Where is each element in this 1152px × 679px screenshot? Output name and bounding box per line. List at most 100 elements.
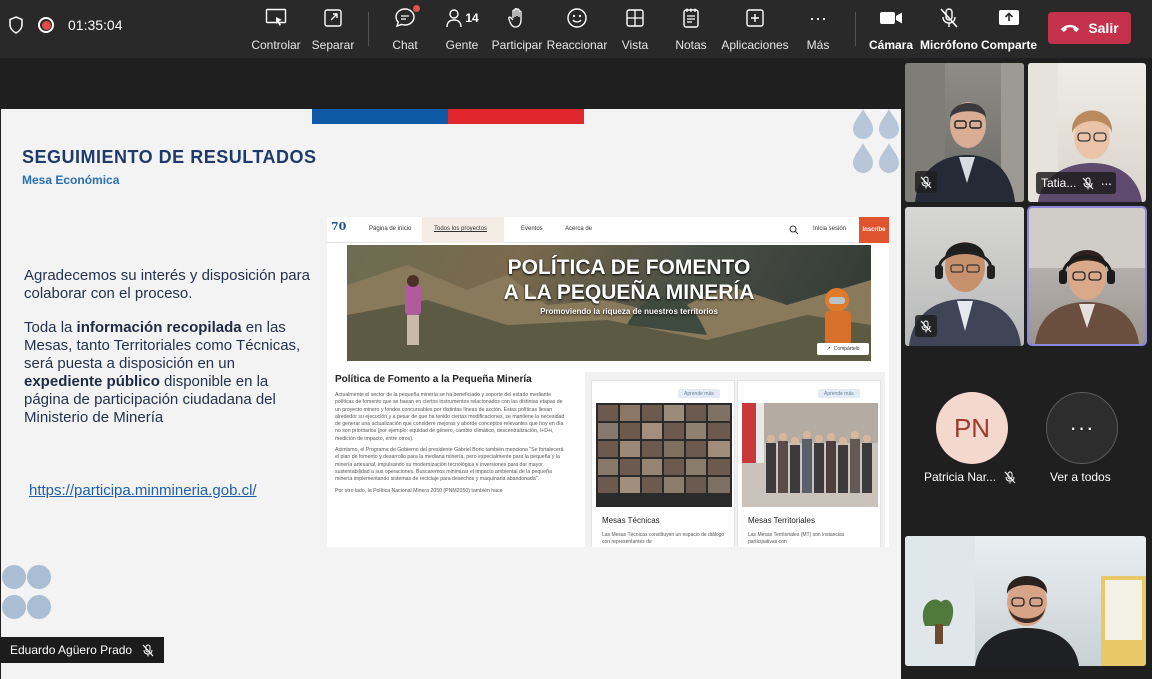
participant-video-tile[interactable]	[905, 63, 1024, 202]
camera-label: Cámara	[868, 38, 914, 52]
grid-view-icon	[626, 9, 644, 27]
participant-name: Tatia...	[1041, 176, 1077, 190]
presenter-name: Eduardo Agüero Prado	[10, 643, 133, 657]
meeting-toolbar: 01:35:04 Controlar Separar Chat 14 Gente…	[0, 0, 1152, 58]
camera-button[interactable]: Cámara	[868, 6, 914, 52]
site-heading: Política de Fomento a la Pequeña Minería	[335, 374, 532, 385]
chat-notification-dot	[413, 5, 420, 12]
mic-off-icon	[920, 176, 932, 188]
add-app-icon	[746, 9, 764, 27]
flag-stripe-blue	[312, 109, 448, 124]
notes-label: Notas	[675, 38, 707, 52]
leave-button[interactable]: Salir	[1048, 12, 1131, 44]
view-all-label[interactable]: Ver a todos	[1050, 470, 1111, 484]
card-text: Las Mesas Técnicas constituyen un espaci…	[602, 532, 725, 545]
chat-button[interactable]: Chat	[390, 5, 420, 52]
people-icon	[446, 9, 463, 28]
participant-video	[1029, 208, 1145, 344]
microphone-button[interactable]: Micrófono	[920, 6, 978, 52]
hero-share-label: Compártelo	[833, 346, 860, 352]
notes-button[interactable]: Notas	[675, 6, 707, 52]
card-mesas-tecnicas[interactable]: Aprende más Mesas Técnicas Las Mesas Téc…	[591, 380, 735, 547]
view-button[interactable]: Vista	[620, 6, 650, 52]
share-button[interactable]: Comparte	[981, 6, 1037, 52]
site-nav-projects[interactable]: Todos los proyectos	[434, 226, 487, 232]
hero-share-button[interactable]: ↗ Compártelo	[817, 343, 869, 355]
card-title: Mesas Territoriales	[748, 516, 815, 525]
meeting-timer: 01:35:04	[68, 17, 123, 33]
people-label: Gente	[445, 38, 479, 52]
tile-name-tag: Tatia... ···	[1036, 172, 1117, 194]
slide-paragraph-1: Agradecemos su interés y disposición par…	[24, 267, 310, 302]
site-navbar: 70 Página de inicio Todos los proyectos …	[327, 217, 889, 243]
active-speaker-video-tile[interactable]	[1027, 206, 1147, 346]
tile-more-icon[interactable]: ···	[1100, 175, 1112, 191]
site-nav-about[interactable]: Acerca de	[565, 226, 592, 232]
site-nav-home[interactable]: Página de inicio	[369, 226, 411, 232]
site-signup-button[interactable]: Inscríbe	[859, 217, 889, 243]
react-button[interactable]: Reaccionar	[547, 6, 607, 52]
recording-icon	[38, 17, 54, 33]
participant-name-tag: Patricia Nar...	[924, 470, 1016, 484]
leave-label: Salir	[1088, 20, 1119, 36]
card-text: Las Mesas Territoriales (MT) son instanc…	[748, 532, 845, 545]
site-login-link[interactable]: Inicia sesión	[813, 226, 846, 232]
view-label: Vista	[621, 38, 649, 52]
participant-name: Patricia Nar...	[924, 470, 997, 484]
p2-bold-expediente: expediente público	[24, 373, 160, 390]
control-button[interactable]: Controlar	[251, 6, 301, 52]
camera-icon	[880, 12, 902, 24]
card-mesas-territoriales[interactable]: Aprende más Mesas Territoriales Las Mesa…	[737, 380, 881, 547]
site-nav-events[interactable]: Eventos	[521, 226, 543, 232]
more-icon: ···	[1069, 415, 1095, 440]
site-paragraph-3: Por otro lado, la Política Nacional Mine…	[335, 487, 503, 494]
participa-link[interactable]: https://participa.minmineria.gob.cl/	[29, 482, 257, 499]
presentation-slide: SEGUIMIENTO DE RESULTADOS Mesa Económica…	[1, 109, 901, 679]
more-icon: ···	[809, 7, 827, 28]
toolbar-divider	[368, 12, 369, 46]
view-all-button[interactable]: ···	[1046, 392, 1118, 464]
hero-title-line-1: POLÍTICA DE FOMENTO	[507, 256, 751, 279]
apps-label: Aplicaciones	[721, 38, 789, 52]
popout-button[interactable]: Separar	[312, 6, 354, 52]
card-pill[interactable]: Aprende más	[678, 389, 720, 398]
slide-paragraph-2: Toda la información recopilada en las Me…	[24, 319, 314, 427]
participant-video	[905, 536, 1146, 666]
apps-button[interactable]: Aplicaciones	[721, 6, 789, 52]
popout-icon	[324, 9, 342, 27]
shield-icon	[9, 16, 23, 34]
meeting-status: 01:35:04	[8, 16, 123, 34]
slide-title: SEGUIMIENTO DE RESULTADOS	[22, 147, 317, 167]
flag-stripe-red	[448, 109, 584, 124]
share-screen-icon	[999, 10, 1019, 25]
site-paragraph: Actualmente el sector de la pequeña mine…	[335, 392, 565, 495]
more-button[interactable]: ··· Más	[804, 6, 832, 53]
more-label: Más	[806, 38, 830, 52]
mic-off-icon	[940, 8, 958, 28]
site-logo[interactable]: 70	[331, 220, 346, 233]
presenter-name-tag: Eduardo Agüero Prado	[0, 637, 165, 663]
smiley-icon	[567, 8, 587, 28]
react-label: Reaccionar	[546, 38, 608, 52]
participant-avatar[interactable]: PN	[936, 392, 1008, 464]
mic-off-icon	[1004, 471, 1016, 483]
mic-off-icon	[1082, 177, 1094, 189]
card-photo-video-grid	[596, 403, 732, 507]
chat-label: Chat	[392, 38, 418, 52]
raise-hand-label: Participar	[491, 38, 543, 52]
card-pill[interactable]: Aprende más	[818, 389, 860, 398]
hero-subtitle: Promoviendo la riqueza de nuestros terri…	[540, 307, 718, 316]
raise-hand-button[interactable]: Participar	[491, 6, 543, 52]
site-search-icon[interactable]	[789, 225, 799, 235]
popout-label: Separar	[311, 38, 355, 52]
site-paragraph-2: Asimismo, el Programa de Gobierno del pr…	[335, 447, 564, 483]
people-button[interactable]: 14 Gente	[443, 6, 481, 52]
shared-screen-stage: SEGUIMIENTO DE RESULTADOS Mesa Económica…	[0, 58, 902, 679]
water-drops-decoration	[853, 109, 899, 173]
participant-video-tile[interactable]: Tatia... ···	[1028, 63, 1146, 202]
hero-title-line-2: A LA PEQUEÑA MINERÍA	[503, 281, 755, 304]
participant-video-tile[interactable]	[905, 207, 1024, 346]
site-hero-banner: POLÍTICA DE FOMENTO A LA PEQUEÑA MINERÍA …	[347, 245, 871, 361]
self-video-tile[interactable]	[905, 536, 1146, 666]
notes-icon	[683, 8, 699, 28]
